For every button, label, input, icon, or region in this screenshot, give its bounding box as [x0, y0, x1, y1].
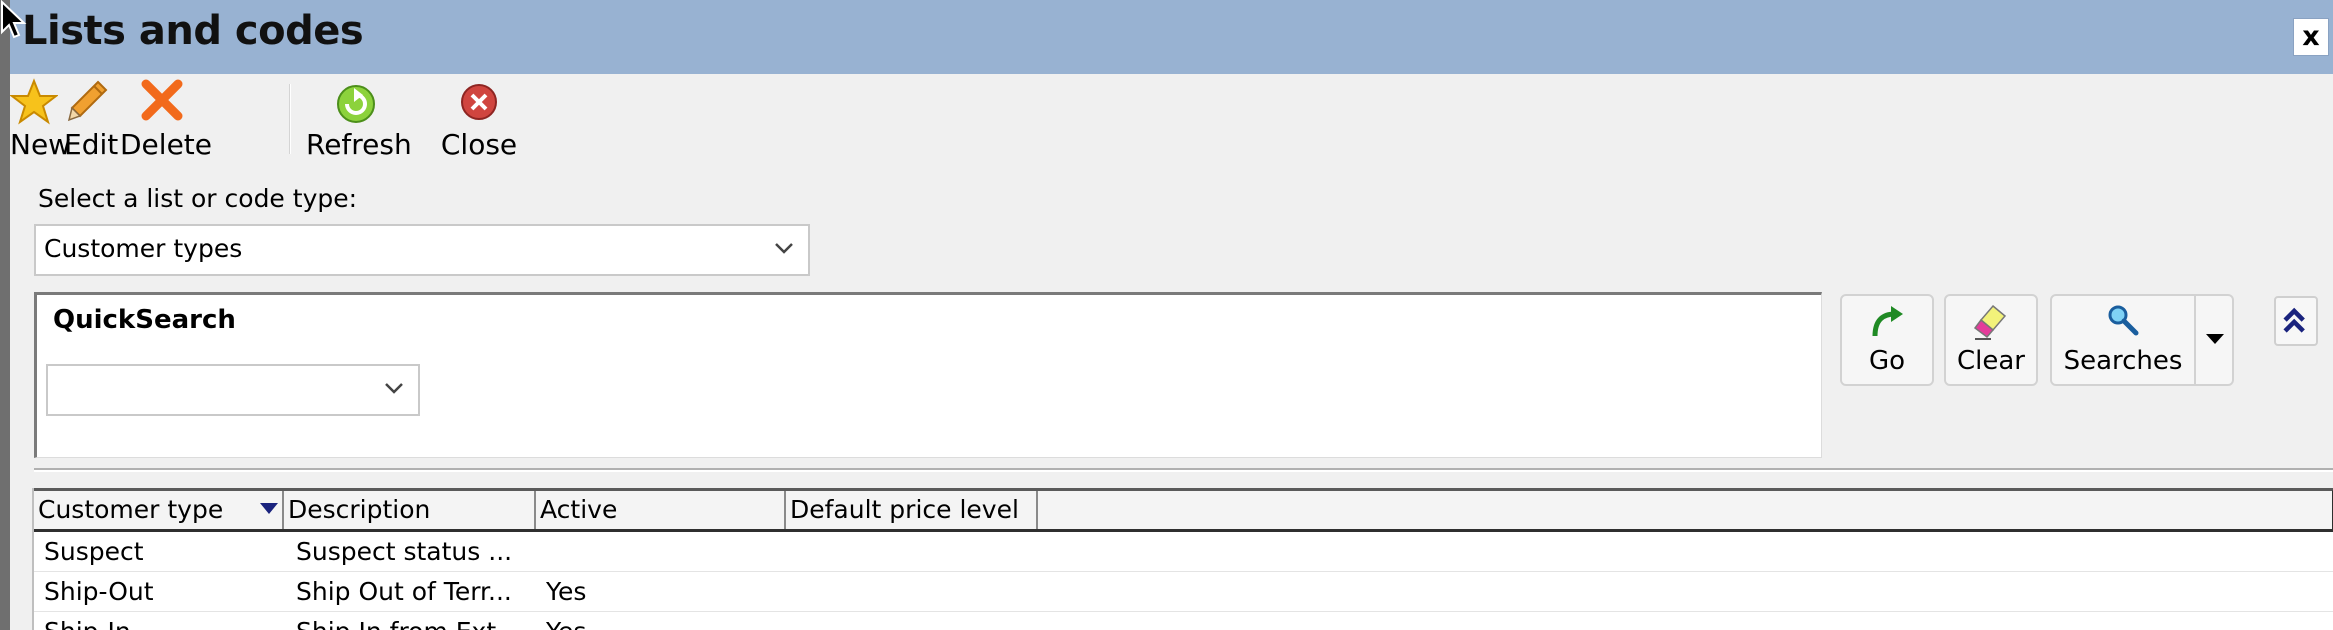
- list-type-dropdown[interactable]: Customer types: [34, 224, 810, 276]
- window-left-border: [0, 0, 10, 630]
- collapse-panel-button[interactable]: [2274, 296, 2318, 346]
- refresh-button[interactable]: Refresh: [306, 78, 412, 164]
- cell-default-price-level: [796, 572, 1032, 612]
- lists-and-codes-window: Lists and codes x New Edit Delete Refres…: [10, 0, 2333, 630]
- table-row[interactable]: Ship-In Ship In from Ext... Yes: [34, 612, 2333, 630]
- close-button[interactable]: Close: [434, 78, 524, 164]
- new-button[interactable]: New: [10, 78, 72, 164]
- cell-active: [546, 532, 782, 572]
- quicksearch-dropdown[interactable]: [46, 364, 420, 416]
- mouse-cursor-icon: [0, 0, 27, 39]
- cell-active: Yes: [546, 612, 782, 630]
- new-label: New: [10, 128, 72, 161]
- refresh-icon: [337, 85, 375, 123]
- list-type-label: Select a list or code type:: [38, 184, 358, 213]
- cell-customer-type: Suspect: [44, 537, 144, 566]
- toolbar-separator: [289, 84, 291, 154]
- chevron-down-icon: [775, 243, 793, 254]
- panel-divider: [34, 468, 2333, 472]
- column-header-description[interactable]: Description: [284, 491, 536, 529]
- codes-grid: Customer type Description Active Default…: [32, 488, 2333, 630]
- delete-label: Delete: [120, 128, 212, 161]
- column-header-customer-type[interactable]: Customer type: [34, 491, 284, 529]
- column-header-active[interactable]: Active: [536, 491, 786, 529]
- magnifier-icon: [2108, 305, 2139, 336]
- double-chevron-up-icon: [2283, 307, 2305, 333]
- window-title: Lists and codes: [22, 8, 364, 54]
- toolbar: New Edit Delete Refresh Close: [10, 74, 2333, 164]
- go-arrow-icon: [1872, 306, 1903, 337]
- grid-header: Customer type Description Active Default…: [34, 488, 2333, 532]
- chevron-down-icon: [385, 383, 403, 394]
- column-header-default-price-level[interactable]: Default price level: [786, 491, 1038, 529]
- cell-default-price-level: [796, 612, 1032, 630]
- pencil-icon: [67, 80, 108, 122]
- quicksearch-panel: QuickSearch: [34, 292, 1822, 458]
- cell-customer-type: Ship-Out: [44, 577, 154, 606]
- delete-button[interactable]: Delete: [120, 78, 212, 164]
- column-header-label: Active: [540, 495, 618, 524]
- title-bar: Lists and codes x: [10, 0, 2333, 74]
- cell-customer-type: Ship-In: [44, 612, 280, 630]
- searches-dropdown-button[interactable]: [2196, 294, 2234, 386]
- close-circle-icon: [461, 84, 497, 120]
- x-icon: [141, 79, 183, 121]
- cell-description: Suspect status ...: [296, 537, 513, 566]
- go-label: Go: [1868, 346, 1906, 376]
- clear-button[interactable]: Clear: [1944, 294, 2038, 386]
- cell-active: Yes: [546, 577, 587, 606]
- edit-label: Edit: [64, 128, 119, 161]
- list-type-value: Customer types: [44, 234, 243, 263]
- searches-button[interactable]: Searches: [2050, 294, 2196, 386]
- go-button[interactable]: Go: [1840, 294, 1934, 386]
- edit-button[interactable]: Edit: [64, 78, 119, 164]
- cell-description: Ship In from Ext...: [296, 612, 536, 630]
- close-label: Close: [440, 128, 518, 161]
- quicksearch-title: QuickSearch: [53, 305, 236, 335]
- searches-label: Searches: [2063, 346, 2183, 376]
- clear-label: Clear: [1957, 346, 2025, 376]
- sort-descending-icon: [260, 503, 278, 514]
- column-header-label: Default price level: [790, 495, 1019, 524]
- window-close-button[interactable]: x: [2293, 18, 2329, 56]
- table-row[interactable]: Suspect Suspect status ...: [34, 532, 2333, 572]
- table-row[interactable]: Ship-Out Ship Out of Terr... Yes: [34, 572, 2333, 612]
- star-icon: [10, 78, 58, 125]
- refresh-label: Refresh: [306, 128, 412, 161]
- column-header-label: Description: [288, 495, 431, 524]
- cell-description: Ship Out of Terr...: [296, 577, 512, 606]
- caret-down-icon: [2206, 334, 2224, 344]
- eraser-icon: [1973, 304, 2007, 340]
- column-header-label: Customer type: [38, 495, 224, 524]
- cell-default-price-level: [796, 532, 1032, 572]
